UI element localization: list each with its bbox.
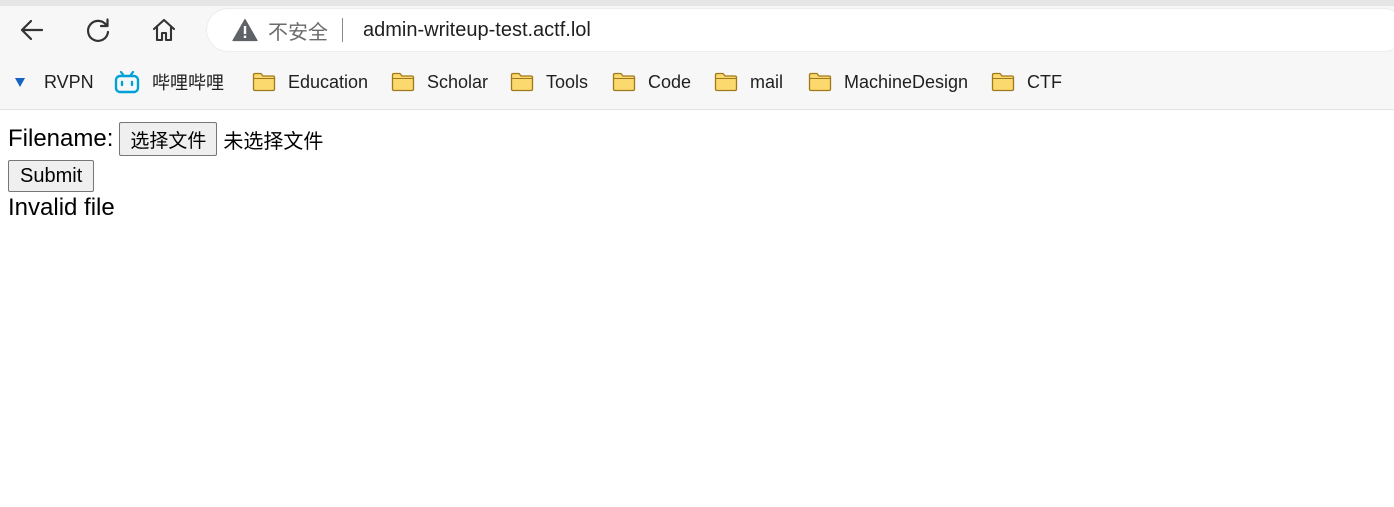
address-bar[interactable]: 不安全 admin-writeup-test.actf.lol [206,8,1394,52]
folder-icon [252,72,276,92]
warning-icon[interactable] [232,18,258,42]
bookmark-folder-scholar[interactable]: Scholar [391,62,488,102]
arrow-left-icon [20,19,44,41]
back-button[interactable] [14,12,50,48]
home-button[interactable] [146,12,182,48]
bookmark-label: mail [750,71,784,92]
folder-icon [391,72,415,92]
bookmark-folder-education[interactable]: Education [252,62,368,102]
home-icon [152,18,176,42]
browser-chrome: 不安全 admin-writeup-test.actf.lol RVPN 哔哩哔… [0,0,1394,110]
folder-icon [510,72,534,92]
folder-icon [714,72,738,92]
bilibili-icon [114,70,140,94]
address-separator [342,18,343,42]
upload-row: Filename: 选择文件 未选择文件 [8,120,323,158]
bookmark-folder-tools[interactable]: Tools [510,62,588,102]
bookmark-folder-machinedesign[interactable]: MachineDesign [808,62,968,102]
bookmark-label: Code [648,71,692,92]
reload-button[interactable] [80,12,116,48]
result-message: Invalid file [8,194,115,221]
bookmarks-bar: RVPN 哔哩哔哩 Education Scholar Tools Code m… [0,62,1394,102]
bookmark-label: MachineDesign [844,71,969,92]
bookmark-folder-ctf[interactable]: CTF [991,62,1062,102]
bookmark-label: Scholar [427,71,489,92]
security-label[interactable]: 不安全 [268,16,328,45]
filename-label: Filename: [8,125,114,152]
bookmark-label: Tools [546,71,589,92]
tab-strip-edge [0,0,1394,6]
bookmark-label: CTF [1027,71,1062,92]
folder-icon [991,72,1015,92]
page-content: Filename: 选择文件 未选择文件 Submit Invalid file [8,120,323,222]
bookmark-rvpn[interactable]: RVPN [14,62,94,102]
submit-button[interactable]: Submit [8,160,95,192]
url-text[interactable]: admin-writeup-test.actf.lol [363,19,591,42]
triangle-down-icon [14,76,26,88]
bookmark-folder-mail[interactable]: mail [714,62,783,102]
folder-icon [612,72,636,92]
folder-icon [808,72,832,92]
choose-file-button[interactable]: 选择文件 [119,122,218,156]
no-file-chosen-text: 未选择文件 [223,128,324,153]
bookmark-label: Education [288,71,369,92]
bookmark-label: RVPN [44,71,94,92]
bookmark-label: 哔哩哔哩 [152,73,224,93]
bookmark-folder-code[interactable]: Code [612,62,691,102]
bookmark-bilibili[interactable]: 哔哩哔哩 [114,62,224,102]
reload-icon [86,18,110,42]
